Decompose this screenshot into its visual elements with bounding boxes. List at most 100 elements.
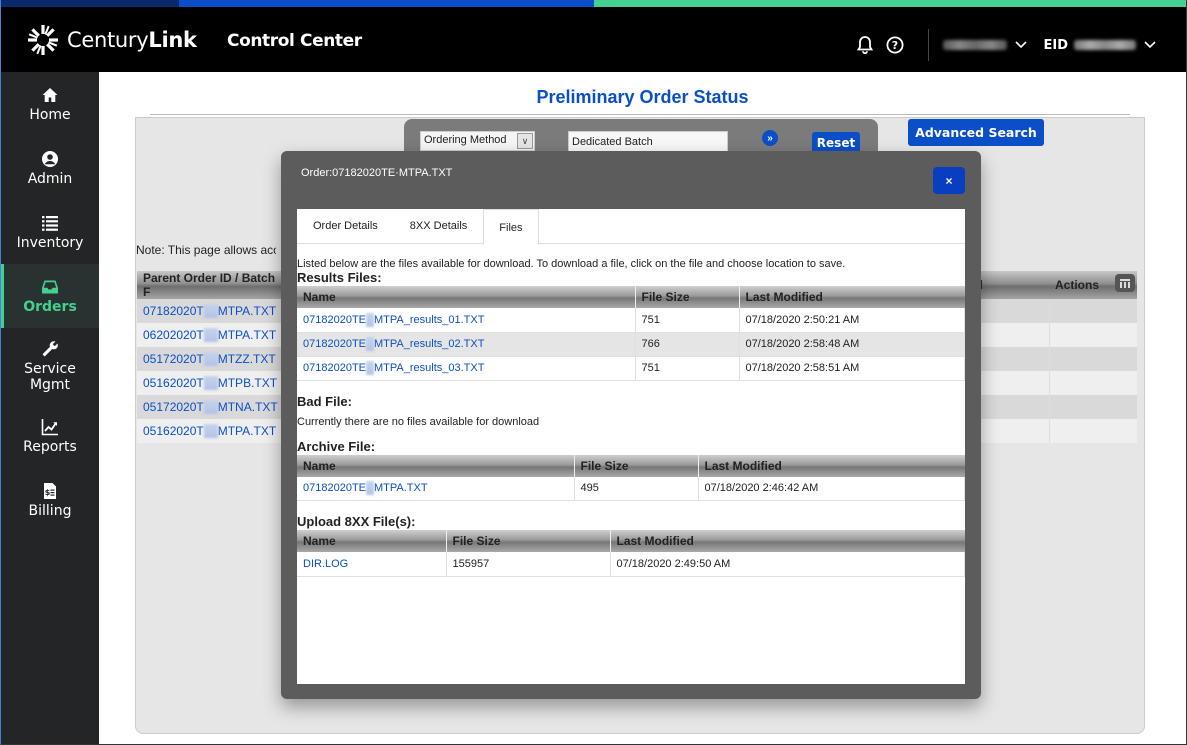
tab-order-details[interactable]: Order Details — [297, 209, 394, 243]
inbox-icon — [42, 280, 58, 293]
table-header: Name File Size Last Modified — [297, 454, 965, 477]
eid-label: EID — [1043, 37, 1068, 53]
sunburst-logo-icon — [28, 25, 58, 55]
modal-body: Order Details 8XX Details Files Listed b… — [297, 209, 965, 684]
tab-files[interactable]: Files — [483, 209, 539, 245]
table-header: Name File Size Last Modified — [297, 286, 965, 308]
column-header-name: Name — [297, 286, 636, 308]
column-header-name: Name — [297, 454, 575, 477]
order-link[interactable]: 07182020T MTPA.TXT — [143, 304, 276, 319]
order-link[interactable]: 05162020T MTPA.TXT — [143, 424, 276, 439]
file-link[interactable]: 07182020TE MTPA_results_02.TXT — [303, 337, 484, 351]
order-link[interactable]: 05172020T MTZZ.TXT — [143, 352, 276, 367]
reset-button[interactable]: Reset — [812, 132, 860, 153]
svg-text:?: ? — [892, 39, 898, 52]
invoice-icon: $ — [44, 482, 56, 499]
file-link[interactable]: DIR.LOG — [303, 558, 348, 570]
wrench-icon — [42, 340, 58, 356]
table-row: 07182020TE MTPA.TXT 495 07/18/2020 2:46:4… — [297, 476, 965, 501]
file-size: 751 — [635, 356, 740, 381]
upload-8xx-table: Name File Size Last Modified DIR.LOG 155… — [297, 530, 965, 577]
order-link[interactable]: 05172020T MTNA.TXT — [143, 400, 278, 415]
sidebar: Home Admin Inventory Orders Service Mgmt… — [1, 72, 99, 744]
column-header-file-size: File Size — [635, 286, 740, 308]
column-header-parent-order-id[interactable]: Parent Order ID / Batch F — [137, 271, 282, 299]
archive-file-table: Name File Size Last Modified 07182020TE M… — [297, 454, 965, 501]
sidebar-item-service-mgmt[interactable]: Service Mgmt — [1, 328, 99, 404]
page-title: Preliminary Order Status — [536, 87, 749, 107]
close-icon: × — [945, 173, 953, 188]
file-modified: 07/18/2020 2:46:42 AM — [698, 476, 965, 501]
file-size: 751 — [635, 308, 740, 333]
ordering-method-select[interactable]: Ordering Method ∨ — [420, 131, 535, 151]
file-size: 766 — [635, 332, 740, 357]
files-intro-text: Listed below are the files available for… — [297, 258, 846, 270]
sidebar-item-orders[interactable]: Orders — [1, 264, 99, 328]
eid-menu[interactable]: EID — [1043, 38, 1156, 53]
sidebar-item-label: Service — [24, 360, 76, 377]
table-row: 07182020TE MTPA_results_02.TXT 766 07/18/… — [297, 332, 965, 357]
order-link[interactable]: 05162020T MTPB.TXT — [143, 376, 277, 391]
column-header-last-modified: Last Modified — [698, 454, 965, 477]
upload-8xx-heading: Upload 8XX File(s): — [297, 514, 416, 529]
list-icon — [42, 215, 58, 231]
bell-icon[interactable] — [854, 34, 876, 56]
table-row: DIR.LOG 155957 07/18/2020 2:49:50 AM — [297, 552, 965, 577]
user-circle-icon — [42, 150, 58, 167]
file-modified: 07/18/2020 2:49:50 AM — [610, 552, 965, 577]
help-icon[interactable]: ? — [884, 34, 906, 56]
sidebar-item-label: Orders — [23, 298, 77, 315]
sidebar-item-admin[interactable]: Admin — [1, 136, 99, 200]
sidebar-item-label: Mgmt — [29, 376, 71, 393]
file-size: 155957 — [446, 552, 611, 577]
svg-text:$: $ — [45, 488, 51, 497]
column-header-last-modified: Last Modified — [610, 530, 965, 552]
close-button[interactable]: × — [933, 167, 965, 194]
chart-line-icon — [41, 418, 58, 435]
top-header: CenturyLink Control Center ? EID — [1, 7, 1186, 72]
archive-file-heading: Archive File: — [297, 438, 376, 454]
modal-tabs: Order Details 8XX Details Files — [297, 209, 965, 245]
order-files-modal: Order:07182020TE·MTPA.TXT × Order Detail… — [281, 151, 981, 699]
sidebar-item-billing[interactable]: $ Billing — [1, 468, 99, 532]
sidebar-item-home[interactable]: Home — [1, 72, 99, 136]
search-value-input[interactable] — [568, 131, 728, 152]
user-menu[interactable] — [943, 40, 1043, 50]
sidebar-item-label: Home — [29, 106, 71, 123]
sidebar-item-label: Reports — [23, 438, 77, 455]
app-window: CenturyLink Control Center ? EID Home Ad… — [0, 0, 1187, 745]
results-files-heading: Results Files: — [297, 270, 382, 285]
app-title: Control Center — [227, 31, 362, 51]
search-go-button[interactable]: » — [762, 130, 778, 146]
results-files-table: Name File Size Last Modified 07182020TE M… — [297, 286, 965, 381]
header-divider — [928, 29, 930, 61]
sidebar-item-label: Admin — [27, 170, 73, 187]
column-header-last-modified: Last Modified — [739, 286, 965, 308]
column-header-file-size: File Size — [446, 530, 611, 552]
brand-stripe — [1, 0, 1186, 7]
order-link[interactable]: 06202020T MTPA.TXT — [143, 328, 276, 343]
file-modified: 07/18/2020 2:58:51 AM — [739, 356, 965, 381]
sidebar-item-label: Billing — [28, 502, 72, 519]
centurylink-logo[interactable]: CenturyLink — [27, 24, 197, 56]
title-divider — [150, 114, 1130, 115]
file-size: 495 — [574, 476, 699, 501]
bad-file-heading: Bad File: — [297, 393, 352, 409]
file-link[interactable]: 07182020TE MTPA_results_03.TXT — [303, 361, 484, 375]
file-link[interactable]: 07182020TE MTPA.TXT — [303, 481, 428, 496]
redacted-eid — [1074, 40, 1136, 50]
column-chooser-icon[interactable] — [1115, 274, 1135, 292]
modal-title: Order:07182020TE·MTPA.TXT — [301, 167, 453, 179]
chevron-down-icon — [1015, 41, 1028, 49]
home-icon — [42, 87, 58, 102]
chevron-down-icon: ∨ — [517, 133, 533, 149]
sidebar-item-inventory[interactable]: Inventory — [1, 200, 99, 264]
brand-name: CenturyLink — [67, 28, 197, 52]
double-chevron-right-icon: » — [767, 132, 773, 144]
bad-file-empty-text: Currently there are no files available f… — [297, 415, 540, 428]
tab-8xx-details[interactable]: 8XX Details — [394, 209, 483, 243]
file-link[interactable]: 07182020TE MTPA_results_01.TXT — [303, 312, 484, 327]
advanced-search-button[interactable]: Advanced Search — [908, 119, 1044, 146]
page-note: Note: This page allows acc — [136, 243, 276, 257]
sidebar-item-reports[interactable]: Reports — [1, 404, 99, 468]
